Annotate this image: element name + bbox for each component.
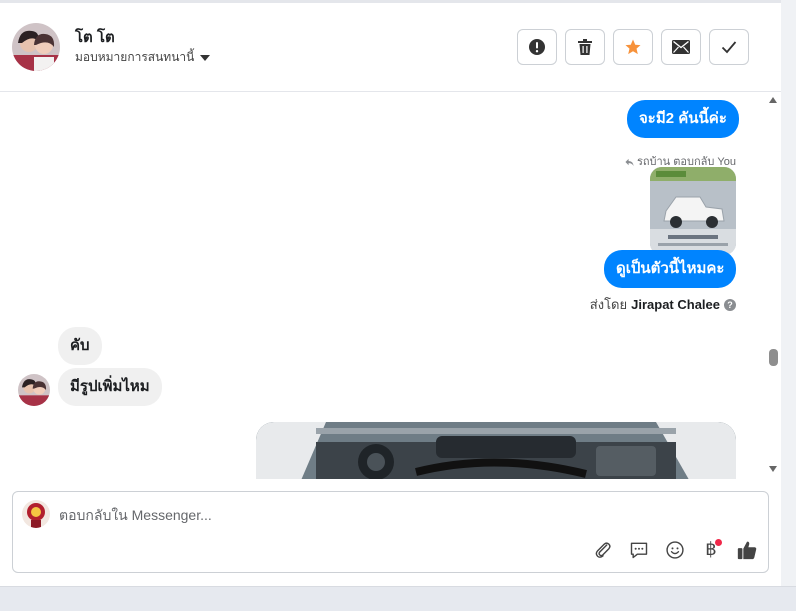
- conversation-header: โต โต มอบหมายการสนทนานี้: [0, 3, 781, 92]
- assign-conversation-dropdown[interactable]: มอบหมายการสนทนานี้: [75, 48, 211, 67]
- message-incoming[interactable]: คับ: [58, 327, 102, 365]
- delete-button[interactable]: [565, 29, 605, 65]
- saved-replies-button[interactable]: [627, 538, 651, 562]
- assign-label: มอบหมายการสนทนานี้: [75, 50, 195, 64]
- reply-icon: [625, 158, 634, 166]
- scroll-down-arrow[interactable]: [769, 466, 777, 472]
- reply-composer: ฿: [12, 491, 769, 573]
- sent-by-name: Jirapat Chalee: [631, 297, 720, 312]
- follow-up-button[interactable]: [613, 29, 653, 65]
- message-outgoing[interactable]: จะมี2 คันนี้ค่ะ: [627, 100, 739, 138]
- contact-avatar[interactable]: [12, 23, 60, 71]
- bottom-edge: [0, 586, 796, 611]
- composer-tools: ฿: [591, 538, 759, 562]
- thumbs-up-icon: [737, 541, 757, 560]
- like-button[interactable]: [735, 538, 759, 562]
- envelope-icon: [672, 40, 690, 54]
- conversation-actions: [517, 29, 749, 65]
- contact-name: โต โต: [75, 29, 115, 46]
- attach-button[interactable]: [591, 538, 615, 562]
- scroll-up-arrow[interactable]: [769, 97, 777, 103]
- sent-by-info: ส่งโดย Jirapat Chalee ?: [590, 294, 736, 315]
- message-thread[interactable]: จะมี2 คันนี้ค่ะ รถบ้าน ตอบกลับ You ดูเป็…: [0, 92, 766, 479]
- payment-button[interactable]: ฿: [699, 538, 723, 562]
- notification-dot: [715, 539, 722, 546]
- smiley-icon: [666, 541, 684, 559]
- trash-icon: [578, 39, 592, 55]
- check-icon: [721, 41, 737, 54]
- replied-photo-thumbnail[interactable]: [650, 167, 736, 255]
- done-button[interactable]: [709, 29, 749, 65]
- emoji-button[interactable]: [663, 538, 687, 562]
- star-icon: [625, 39, 641, 55]
- spam-button[interactable]: [517, 29, 557, 65]
- mark-unread-button[interactable]: [661, 29, 701, 65]
- help-icon[interactable]: ?: [724, 298, 736, 311]
- speech-bubble-icon: [630, 542, 648, 559]
- page-avatar: [22, 500, 50, 528]
- right-edge: [781, 0, 796, 586]
- reply-input[interactable]: [59, 505, 619, 525]
- paperclip-icon: [595, 542, 611, 558]
- caret-down-icon: [200, 54, 211, 61]
- scrollbar-thumb[interactable]: [769, 349, 778, 366]
- sent-by-prefix: ส่งโดย: [589, 297, 628, 312]
- engine-photo-attachment[interactable]: [256, 422, 736, 479]
- alert-icon: [529, 39, 545, 55]
- message-incoming[interactable]: มีรูปเพิ่มไหม: [58, 368, 162, 406]
- message-outgoing[interactable]: ดูเป็นตัวนี้ไหมคะ: [604, 250, 737, 288]
- contact-avatar-small: [18, 374, 50, 406]
